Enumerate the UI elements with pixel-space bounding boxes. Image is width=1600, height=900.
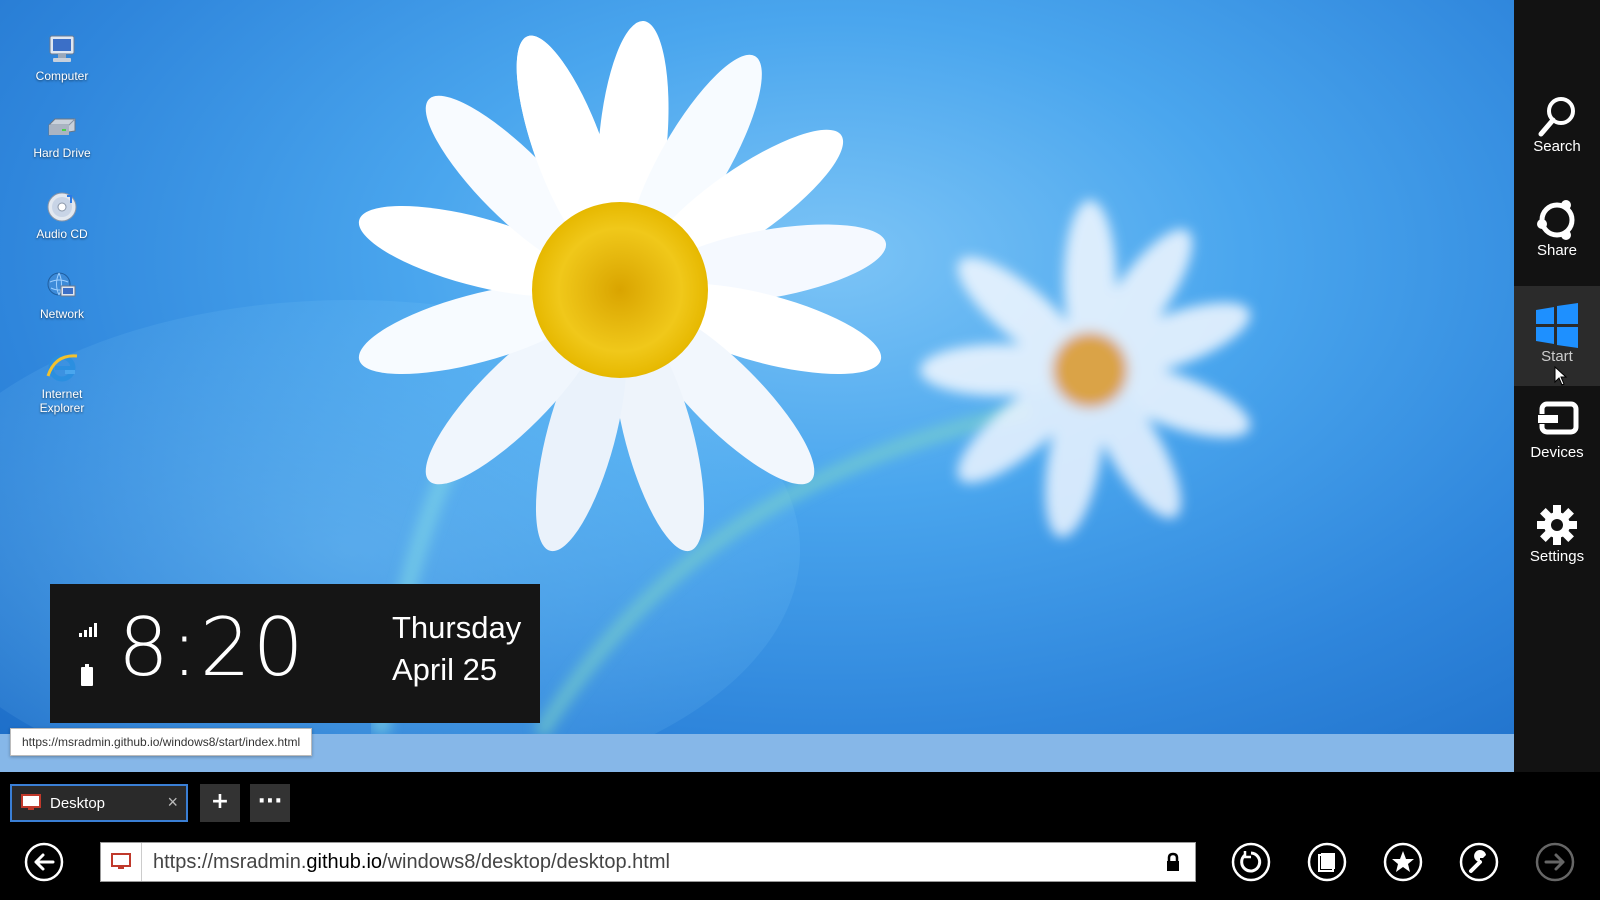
pin-to-start-button[interactable]: [1307, 842, 1347, 882]
mouse-cursor-icon: [1554, 366, 1568, 386]
charm-label: Devices: [1530, 444, 1584, 461]
desktop-icon-label: Computer: [35, 69, 89, 83]
url-path: /windows8/desktop/desktop.html: [382, 851, 670, 873]
network-icon: [47, 272, 76, 297]
address-bar[interactable]: https://msradmin.github.io/windows8/desk…: [100, 842, 1196, 882]
battery-icon: [81, 664, 93, 686]
clock-time: 8:20: [118, 601, 306, 694]
back-button[interactable]: [24, 842, 64, 882]
gear-icon: [1537, 505, 1577, 545]
charm-settings[interactable]: Settings: [1514, 502, 1600, 604]
url-domain: github.io: [306, 851, 383, 873]
desktop-icon-label: Hard Drive: [33, 146, 91, 160]
desktop-favicon-icon: [21, 794, 41, 810]
charm-label: Share: [1536, 242, 1578, 259]
desktop-background: Computer Hard Drive Audio CD Network Int…: [0, 0, 1514, 734]
hard-drive-icon: [48, 118, 76, 136]
windows-logo-icon: [1536, 303, 1578, 348]
clock-date: April 25: [392, 652, 498, 687]
desktop-icon-hard-drive[interactable]: Hard Drive: [20, 113, 104, 160]
tab-label: Desktop: [50, 795, 106, 812]
devices-icon: [1536, 401, 1579, 435]
charm-label: Start: [1541, 348, 1573, 365]
charm-share[interactable]: Share: [1514, 196, 1600, 298]
charm-search[interactable]: Search: [1514, 94, 1600, 196]
charm-devices[interactable]: Devices: [1514, 400, 1600, 502]
tab-close-button[interactable]: ×: [167, 792, 178, 813]
internet-explorer-icon: [46, 354, 78, 382]
tab-options-button[interactable]: ···: [250, 784, 290, 822]
lock-clock-panel: 8:20 Thursday April 25: [50, 584, 540, 723]
audio-cd-icon: [47, 192, 77, 222]
desktop-icon-computer[interactable]: Computer: [20, 32, 104, 83]
search-icon: [1538, 97, 1575, 137]
favorites-button[interactable]: [1383, 842, 1423, 882]
desktop-icon-label: Network: [39, 307, 84, 321]
url-prefix: https://msradmin.: [153, 851, 307, 873]
browser-app-bar: Desktop × + ··· https://msradmin.github.…: [0, 772, 1600, 900]
computer-icon: [49, 35, 75, 62]
signal-icon: [79, 623, 97, 637]
charms-bar: Search Share Start Devices Settings: [1514, 0, 1600, 772]
desktop-icon-network[interactable]: Network: [20, 270, 104, 321]
link-tooltip: https://msradmin.github.io/windows8/star…: [10, 728, 313, 756]
refresh-button[interactable]: [1231, 842, 1271, 882]
charm-label: Search: [1533, 138, 1581, 155]
desktop-icon-label: Internet Explorer: [39, 387, 85, 415]
desktop-icon-label: Audio CD: [36, 227, 88, 241]
tab-desktop[interactable]: Desktop ×: [10, 784, 188, 822]
charm-label: Settings: [1529, 548, 1585, 565]
lock-icon[interactable]: [1165, 852, 1181, 872]
new-tab-button[interactable]: +: [200, 784, 240, 822]
address-url[interactable]: https://msradmin.github.io/windows8/desk…: [153, 851, 670, 874]
desktop-icon-audio-cd[interactable]: Audio CD: [20, 190, 104, 241]
share-icon: [1537, 200, 1575, 240]
desktop-favicon-icon: [111, 853, 131, 869]
desktop-icon-internet-explorer[interactable]: Internet Explorer: [20, 350, 104, 415]
clock-day: Thursday: [392, 610, 522, 645]
forward-button[interactable]: [1535, 842, 1575, 882]
page-tools-button[interactable]: [1459, 842, 1499, 882]
site-icon: [101, 843, 142, 881]
